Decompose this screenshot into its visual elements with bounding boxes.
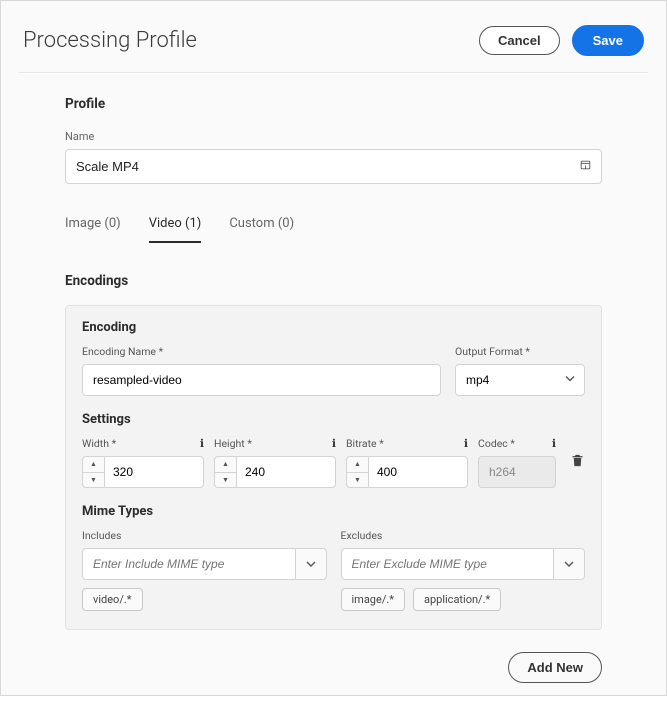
includes-combo[interactable] [82, 548, 327, 580]
processing-profile-page: Processing Profile Cancel Save Profile N… [0, 0, 667, 696]
bitrate-stepper[interactable]: ▲▼ [346, 456, 468, 488]
encoding-subheading: Encoding [82, 320, 585, 335]
page-header: Processing Profile Cancel Save [1, 1, 666, 72]
step-up-icon[interactable]: ▲ [347, 457, 368, 473]
step-down-icon[interactable]: ▼ [347, 473, 368, 488]
output-format-select[interactable] [455, 364, 585, 396]
includes-dropdown-button[interactable] [295, 548, 327, 580]
height-input[interactable] [236, 456, 336, 488]
height-label: Height * [214, 437, 252, 450]
cancel-button[interactable]: Cancel [479, 26, 560, 55]
name-input-wrap [65, 149, 602, 184]
output-format-label: Output Format * [455, 345, 530, 358]
stepper-buttons[interactable]: ▲▼ [82, 456, 104, 488]
step-up-icon[interactable]: ▲ [83, 457, 104, 473]
stepper-buttons[interactable]: ▲▼ [346, 456, 368, 488]
height-stepper[interactable]: ▲▼ [214, 456, 336, 488]
excludes-combo[interactable] [341, 548, 586, 580]
mime-types-heading: Mime Types [82, 504, 585, 519]
encoding-name-input[interactable] [82, 364, 441, 396]
info-icon: ℹ [464, 437, 468, 450]
keyboard-icon [579, 158, 592, 175]
width-label: Width * [82, 437, 116, 450]
excludes-dropdown-button[interactable] [553, 548, 585, 580]
info-icon: ℹ [552, 437, 556, 450]
encodings-heading: Encodings [65, 273, 602, 289]
bitrate-label: Bitrate * [346, 437, 384, 450]
width-stepper[interactable]: ▲▼ [82, 456, 204, 488]
tabs: Image (0) Video (1) Custom (0) [65, 216, 602, 243]
content-area: Profile Name Image (0) Video (1) Custom … [1, 96, 666, 705]
width-input[interactable] [104, 456, 204, 488]
codec-input [478, 456, 556, 488]
step-down-icon[interactable]: ▼ [215, 473, 236, 488]
includes-input[interactable] [82, 548, 295, 580]
encoding-block: Encoding Encoding Name * Output Format * [65, 305, 602, 630]
excludes-label: Excludes [341, 529, 383, 542]
includes-label: Includes [82, 529, 121, 542]
step-down-icon[interactable]: ▼ [83, 473, 104, 488]
output-format-value[interactable] [455, 364, 585, 396]
header-actions: Cancel Save [479, 25, 644, 56]
page-title: Processing Profile [23, 28, 197, 53]
info-icon: ℹ [332, 437, 336, 450]
save-button[interactable]: Save [572, 25, 644, 56]
step-up-icon[interactable]: ▲ [215, 457, 236, 473]
add-new-button[interactable]: Add New [508, 652, 602, 683]
codec-label: Codec * [478, 437, 515, 450]
mime-tag[interactable]: image/.* [341, 588, 406, 611]
add-new-row: Add New [65, 652, 602, 683]
chevron-down-icon [306, 559, 316, 569]
excludes-tags: image/.* application/.* [341, 588, 586, 611]
info-icon: ℹ [200, 437, 204, 450]
name-label: Name [65, 130, 602, 143]
encoding-name-label: Encoding Name * [82, 345, 163, 358]
includes-tags: video/.* [82, 588, 327, 611]
bitrate-input[interactable] [368, 456, 468, 488]
stepper-buttons[interactable]: ▲▼ [214, 456, 236, 488]
mime-tag[interactable]: video/.* [82, 588, 143, 611]
tab-video[interactable]: Video (1) [149, 216, 202, 243]
settings-subheading: Settings [82, 412, 585, 427]
chevron-down-icon [564, 559, 574, 569]
excludes-input[interactable] [341, 548, 554, 580]
header-divider [19, 72, 648, 74]
profile-heading: Profile [65, 96, 602, 112]
tab-image[interactable]: Image (0) [65, 216, 121, 243]
profile-name-input[interactable] [65, 149, 602, 184]
tab-custom[interactable]: Custom (0) [229, 216, 294, 243]
mime-tag[interactable]: application/.* [413, 588, 501, 611]
delete-encoding-button[interactable] [570, 453, 585, 472]
